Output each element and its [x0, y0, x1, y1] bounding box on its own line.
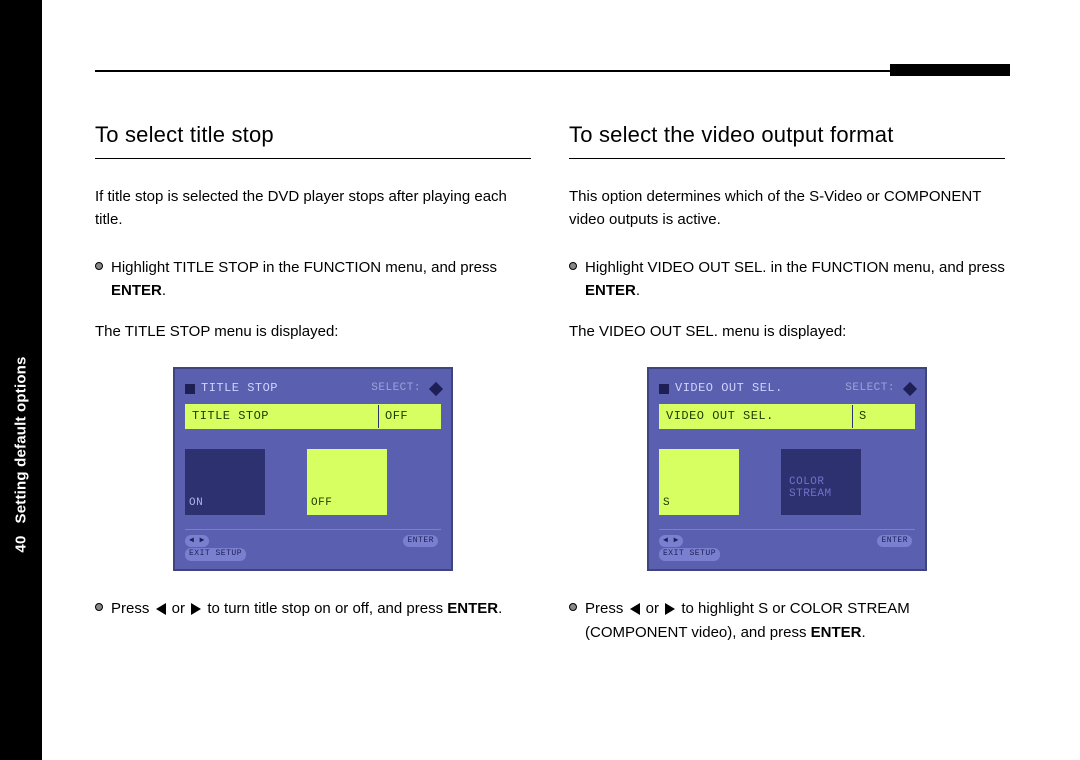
header-tab — [890, 64, 1010, 76]
osd-header: TITLE STOP SELECT: — [185, 379, 441, 398]
osd-screenshot-video-out: VIDEO OUT SEL. SELECT: VIDEO OUT SEL. S … — [569, 367, 1005, 571]
osd-options: ON OFF — [185, 443, 441, 523]
page-spine: 40 Setting default options — [0, 0, 42, 760]
osd-options: S COLOR STREAM — [659, 443, 915, 523]
columns: To select title stop If title stop is se… — [95, 118, 1005, 662]
step-highlight-title-stop: Highlight TITLE STOP in the FUNCTION men… — [95, 256, 531, 303]
osd-row-value: S — [852, 405, 914, 428]
osd-select-label: SELECT: — [845, 380, 895, 397]
column-right: To select the video output format This o… — [569, 118, 1005, 662]
osd-footer-right: ENTER — [877, 534, 915, 562]
bullet-icon — [95, 262, 103, 270]
osd-footer-right: ENTER — [403, 534, 441, 562]
osd-option-s: S — [659, 449, 739, 515]
osd-footer-left: ◀ ▶ EXIT SETUP — [185, 534, 249, 562]
osd-row-label: TITLE STOP — [186, 405, 378, 428]
pane-label: COLOR STREAM — [789, 476, 832, 500]
page-number: 40 — [13, 536, 30, 553]
displayed-text: The TITLE STOP menu is displayed: — [95, 320, 531, 343]
square-icon — [659, 384, 669, 394]
step-text: Highlight TITLE STOP in the FUNCTION men… — [111, 256, 531, 303]
square-icon — [185, 384, 195, 394]
heading-video-output: To select the video output format — [569, 118, 1005, 159]
intro-text: If title stop is selected the DVD player… — [95, 185, 531, 232]
step-highlight-video-out: Highlight VIDEO OUT SEL. in the FUNCTION… — [569, 256, 1005, 303]
page-content: To select title stop If title stop is se… — [95, 70, 1010, 730]
step-text: Press or to turn title stop on or off, a… — [111, 597, 502, 620]
step-press-arrows: Press or to highlight S or COLOR STREAM … — [569, 597, 1005, 644]
column-left: To select title stop If title stop is se… — [95, 118, 531, 662]
step-text: Press or to highlight S or COLOR STREAM … — [585, 597, 1005, 644]
osd-selected-row: TITLE STOP OFF — [185, 404, 441, 429]
step-text: Highlight VIDEO OUT SEL. in the FUNCTION… — [585, 256, 1005, 303]
heading-title-stop: To select title stop — [95, 118, 531, 159]
diamond-icon — [903, 382, 917, 396]
header-rule — [95, 70, 1005, 72]
manual-page: 40 Setting default options To select titl… — [0, 0, 1080, 760]
osd-menu: VIDEO OUT SEL. SELECT: VIDEO OUT SEL. S … — [647, 367, 927, 571]
diamond-icon — [429, 382, 443, 396]
osd-menu: TITLE STOP SELECT: TITLE STOP OFF ON — [173, 367, 453, 571]
left-arrow-icon — [630, 603, 640, 615]
displayed-text: The VIDEO OUT SEL. menu is displayed: — [569, 320, 1005, 343]
osd-selected-row: VIDEO OUT SEL. S — [659, 404, 915, 429]
osd-select-label: SELECT: — [371, 380, 421, 397]
osd-row-label: VIDEO OUT SEL. — [660, 405, 852, 428]
step-press-arrows: Press or to turn title stop on or off, a… — [95, 597, 531, 620]
right-arrow-icon — [665, 603, 675, 615]
osd-title: VIDEO OUT SEL. — [675, 379, 839, 398]
right-arrow-icon — [191, 603, 201, 615]
intro-text: This option determines which of the S-Vi… — [569, 185, 1005, 232]
bullet-icon — [569, 262, 577, 270]
osd-footer: ◀ ▶ EXIT SETUP ENTER — [659, 529, 915, 562]
osd-title: TITLE STOP — [201, 379, 365, 398]
osd-option-color-stream: COLOR STREAM — [781, 449, 861, 515]
section-title: Setting default options — [13, 356, 30, 523]
spine-label: 40 Setting default options — [13, 356, 30, 552]
osd-screenshot-title-stop: TITLE STOP SELECT: TITLE STOP OFF ON — [95, 367, 531, 571]
osd-footer: ◀ ▶ EXIT SETUP ENTER — [185, 529, 441, 562]
osd-footer-left: ◀ ▶ EXIT SETUP — [659, 534, 723, 562]
osd-header: VIDEO OUT SEL. SELECT: — [659, 379, 915, 398]
osd-row-value: OFF — [378, 405, 440, 428]
left-arrow-icon — [156, 603, 166, 615]
bullet-icon — [95, 603, 103, 611]
osd-option-on: ON — [185, 449, 265, 515]
bullet-icon — [569, 603, 577, 611]
osd-option-off: OFF — [307, 449, 387, 515]
